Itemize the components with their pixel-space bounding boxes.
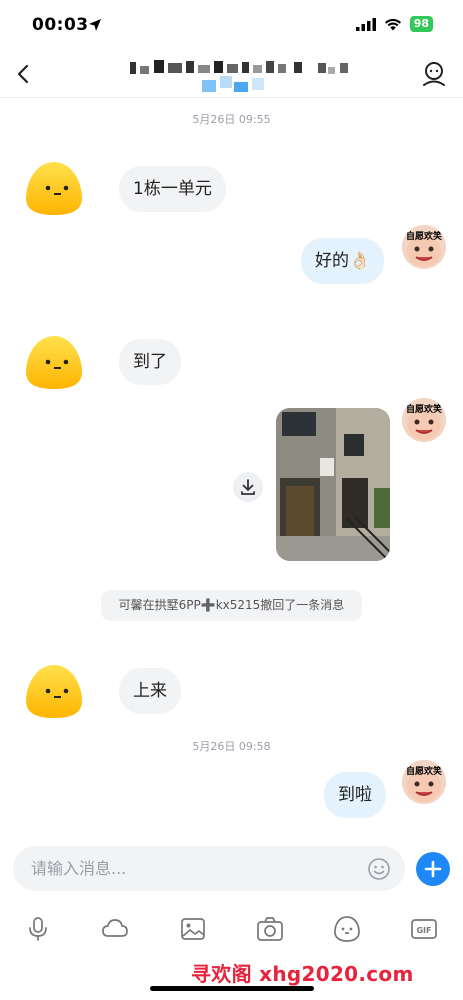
contact-name-pixelated — [130, 60, 348, 92]
incoming-message-bubble[interactable]: 1栋一单元 — [119, 166, 226, 212]
plus-icon — [424, 860, 442, 878]
sticker-caption: 自愿欢笑 — [405, 232, 442, 242]
cloud-icon[interactable] — [100, 914, 130, 944]
download-icon — [241, 479, 255, 495]
user-avatar[interactable]: 自愿欢笑 — [402, 398, 446, 442]
emoji-icon[interactable] — [367, 857, 391, 881]
status-bar: 00:03 98 — [0, 0, 463, 52]
building-photo — [276, 408, 390, 561]
input-toolbar: GIF — [0, 912, 463, 948]
composer — [0, 846, 463, 892]
user-avatar[interactable]: 自愿欢笑 — [402, 225, 446, 269]
download-button[interactable] — [233, 472, 263, 502]
svg-text:GIF: GIF — [416, 926, 431, 935]
contact-avatar[interactable] — [24, 160, 84, 216]
outgoing-message-bubble[interactable]: 到啦 — [324, 772, 386, 818]
home-indicator — [150, 986, 314, 991]
back-button[interactable] — [12, 60, 36, 88]
recall-notice: 可馨在拱墅6PP➕kx5215撤回了一条消息 — [101, 590, 362, 621]
camera-icon[interactable] — [255, 914, 285, 944]
add-attachment-button[interactable] — [416, 852, 450, 886]
image-icon[interactable] — [178, 914, 208, 944]
battery-indicator: 98 — [409, 16, 433, 32]
watermark: 寻欢阁 xhg2020.com — [191, 962, 414, 986]
timestamp: 5月26日 09:58 — [192, 740, 271, 753]
gif-icon[interactable]: GIF — [409, 914, 439, 944]
mic-icon[interactable] — [23, 914, 53, 944]
user-avatar[interactable]: 自愿欢笑 — [402, 760, 446, 804]
contact-avatar[interactable] — [24, 334, 84, 390]
status-time: 00:03 — [32, 15, 89, 35]
sticker-caption: 自愿欢笑 — [405, 405, 442, 415]
location-arrow-icon — [89, 19, 101, 31]
sticker-icon[interactable] — [332, 914, 362, 944]
cellular-signal-icon — [355, 17, 376, 31]
image-message[interactable] — [276, 408, 390, 561]
wifi-icon — [384, 18, 401, 30]
incoming-message-bubble[interactable]: 上来 — [119, 668, 181, 714]
incoming-message-bubble[interactable]: 到了 — [119, 339, 181, 385]
profile-icon[interactable] — [421, 60, 447, 88]
contact-avatar[interactable] — [24, 663, 84, 719]
status-icons: 98 — [355, 16, 433, 32]
timestamp: 5月26日 09:55 — [192, 113, 271, 126]
chat-header — [0, 52, 463, 98]
message-input[interactable] — [13, 846, 405, 891]
sticker-caption: 自愿欢笑 — [405, 767, 442, 777]
outgoing-message-bubble[interactable]: 好的👌🏻 — [301, 238, 385, 284]
